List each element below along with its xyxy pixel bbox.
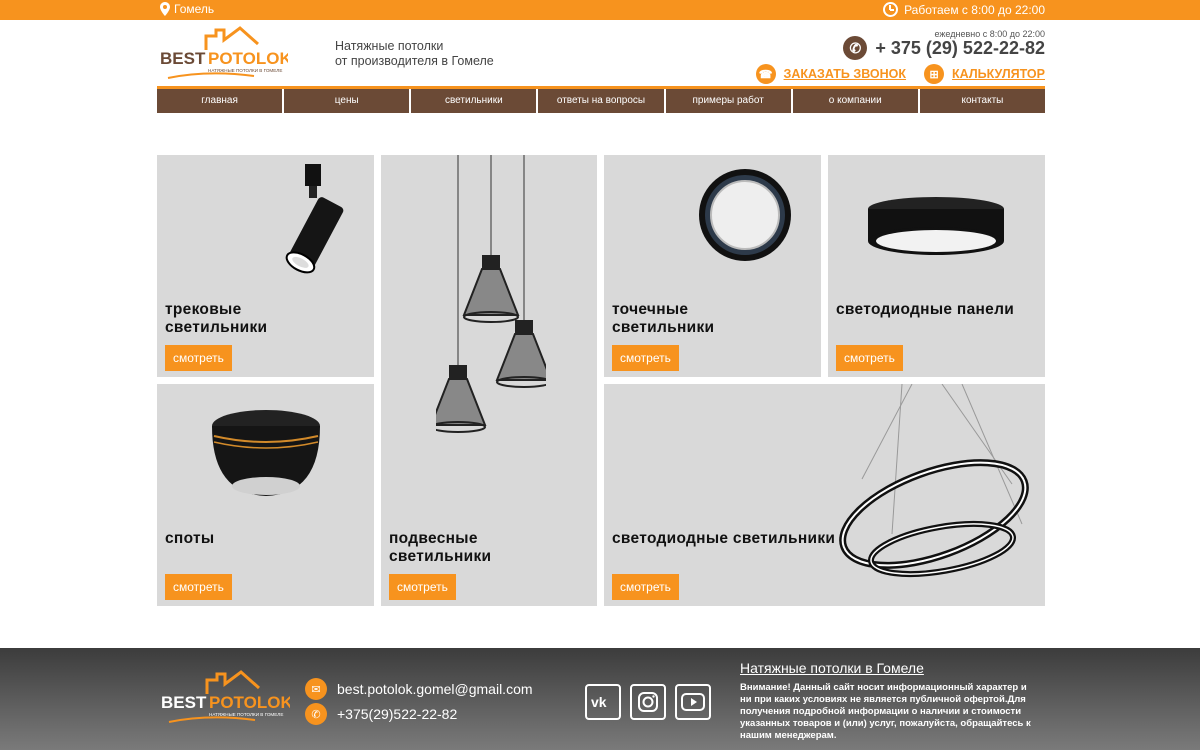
site-footer: BEST POTOLOK НАТЯЖНЫЕ ПОТОЛКИ В ГОМЕЛЕ ✉… (0, 648, 1200, 750)
tile-title: светодиодные панели (836, 301, 1014, 319)
category-tile-track[interactable]: трековые светильники смотреть (157, 155, 374, 377)
tile-title: точечные светильники (612, 301, 714, 337)
site-logo[interactable]: BEST POTOLOK НАТЯЖНЫЕ ПОТОЛКИ В ГОМЕЛЕ (158, 26, 288, 86)
vk-icon[interactable]: vk (585, 684, 621, 720)
working-hours: Работаем с 8:00 до 22:00 (883, 2, 1045, 17)
led-ring-chandelier-image (839, 384, 1029, 578)
header-phone-number[interactable]: + 375 (29) 522-22-82 (875, 38, 1045, 59)
svg-text:НАТЯЖНЫЕ ПОТОЛКИ В ГОМЕЛЕ: НАТЯЖНЫЕ ПОТОЛКИ В ГОМЕЛЕ (209, 712, 283, 717)
callback-label[interactable]: ЗАКАЗАТЬ ЗВОНОК (784, 67, 907, 81)
calculator-icon: ⊞ (924, 64, 945, 84)
tile-title-line-2: светодиодные светильники (612, 530, 836, 547)
svg-text:BEST: BEST (161, 693, 207, 712)
nav-item-about[interactable]: о компании (792, 89, 920, 113)
svg-text:POTOLOK: POTOLOK (208, 49, 288, 68)
site-tagline: Натяжные потолки от производителя в Гоме… (335, 39, 494, 69)
category-tile-spots[interactable]: споты смотреть (157, 384, 374, 606)
city-selector[interactable]: Гомель (160, 2, 214, 16)
tile-title-line-2: споты (165, 530, 215, 547)
category-tile-led-panels[interactable]: светодиодные панели смотреть (828, 155, 1045, 377)
calculator-button[interactable]: ⊞ КАЛЬКУЛЯТОР (924, 64, 1045, 84)
footer-email-text[interactable]: best.potolok.gomel@gmail.com (337, 681, 533, 697)
view-button[interactable]: смотреть (165, 574, 232, 600)
nav-item-prices[interactable]: цены (284, 89, 412, 113)
view-button[interactable]: смотреть (389, 574, 456, 600)
footer-phone[interactable]: ✆ +375(29)522-22-82 (305, 703, 457, 725)
callback-phone-icon: ☎ (755, 64, 776, 84)
tile-title: споты (165, 530, 214, 548)
tile-title-line-1: трековые (165, 301, 242, 318)
header-phone[interactable]: ✆ + 375 (29) 522-22-82 (843, 36, 1045, 60)
map-pin-icon (160, 2, 170, 16)
view-button[interactable]: смотреть (612, 574, 679, 600)
tile-title-line-2: светильники (389, 548, 492, 565)
footer-phone-text[interactable]: +375(29)522-22-82 (337, 706, 457, 722)
phone-icon: ✆ (305, 703, 327, 725)
category-tile-recessed[interactable]: точечные светильники смотреть (604, 155, 821, 377)
svg-text:НАТЯЖНЫЕ ПОТОЛКИ В ГОМЕЛЕ: НАТЯЖНЫЕ ПОТОЛКИ В ГОМЕЛЕ (208, 68, 282, 73)
tile-title-line-2: светильники (165, 319, 268, 336)
view-button[interactable]: смотреть (612, 345, 679, 371)
youtube-icon[interactable] (675, 684, 711, 720)
nav-item-lamps[interactable]: светильники (411, 89, 539, 113)
tile-title-line-2: светильники (612, 319, 715, 336)
tile-title-line-2: светодиодные панели (836, 301, 1015, 318)
footer-logo[interactable]: BEST POTOLOK НАТЯЖНЫЕ ПОТОЛКИ В ГОМЕЛЕ (158, 670, 290, 730)
email-icon: ✉ (305, 678, 327, 700)
track-light-image (285, 164, 344, 274)
callback-button[interactable]: ☎ ЗАКАЗАТЬ ЗВОНОК (755, 64, 907, 84)
top-bar: Гомель Работаем с 8:00 до 22:00 (0, 0, 1200, 20)
tile-title: трековые светильники (165, 301, 267, 337)
hours-label: Работаем с 8:00 до 22:00 (904, 2, 1045, 17)
tile-title-line-1: точечные (612, 301, 689, 318)
view-button[interactable]: смотреть (836, 345, 903, 371)
main-nav: главная цены светильники ответы на вопро… (157, 86, 1045, 113)
pendant-light-image (436, 155, 546, 433)
led-panel-image (868, 197, 1004, 255)
tagline-line-2: от производителя в Гомеле (335, 54, 494, 68)
nav-item-home[interactable]: главная (157, 89, 285, 113)
nav-item-portfolio[interactable]: примеры работ (665, 89, 793, 113)
svg-text:BEST: BEST (160, 49, 206, 68)
clock-icon (883, 2, 899, 17)
footer-title: Натяжные потолки в Гомеле (740, 660, 924, 676)
header-actions: ☎ ЗАКАЗАТЬ ЗВОНОК ⊞ КАЛЬКУЛЯТОР (755, 64, 1045, 84)
tile-title-line-1: подвесные (389, 530, 478, 547)
nav-item-contacts[interactable]: контакты (919, 89, 1045, 113)
svg-text:POTOLOK: POTOLOK (209, 693, 290, 712)
view-button[interactable]: смотреть (165, 345, 232, 371)
svg-text:vk: vk (591, 695, 607, 709)
footer-disclaimer: Внимание! Данный сайт носит информационн… (740, 682, 1031, 741)
tile-title: подвесные светильники (389, 530, 491, 566)
tile-title: светодиодные светильники (612, 530, 835, 548)
tagline-line-1: Натяжные потолки (335, 39, 444, 53)
footer-email[interactable]: ✉ best.potolok.gomel@gmail.com (305, 678, 533, 700)
category-tile-pendant[interactable]: подвесные светильники смотреть (381, 155, 597, 606)
calculator-label[interactable]: КАЛЬКУЛЯТОР (952, 67, 1045, 81)
category-tile-led-lights[interactable]: светодиодные светильники смотреть (604, 384, 1045, 606)
social-links: vk (585, 684, 711, 720)
city-label: Гомель (174, 2, 215, 16)
spot-light-image (212, 410, 320, 496)
instagram-icon[interactable] (630, 684, 666, 720)
nav-item-faq[interactable]: ответы на вопросы (538, 89, 666, 113)
recessed-light-image (699, 169, 791, 261)
phone-icon: ✆ (843, 36, 868, 60)
